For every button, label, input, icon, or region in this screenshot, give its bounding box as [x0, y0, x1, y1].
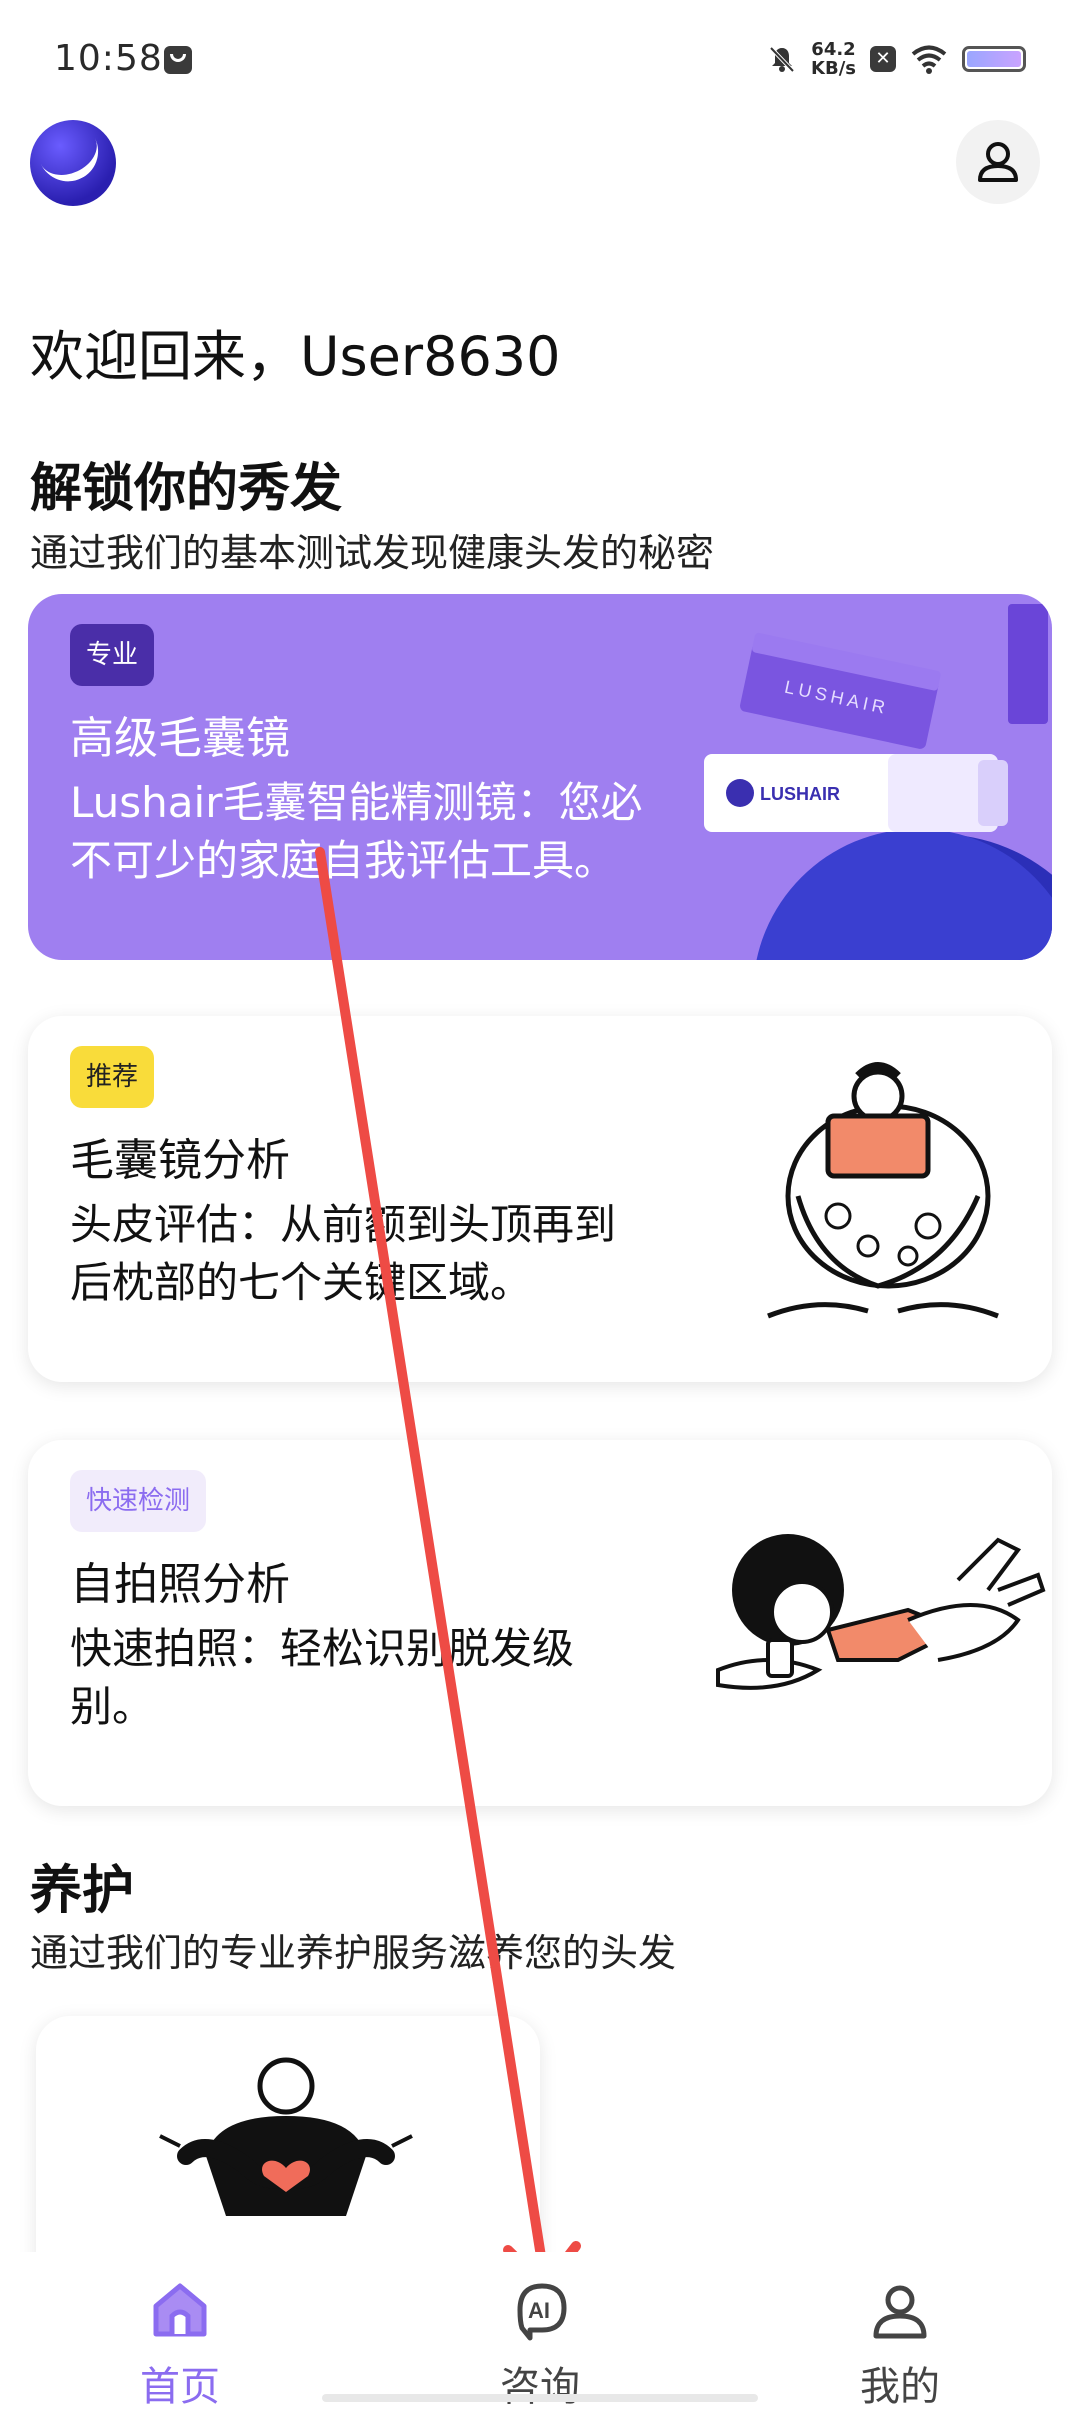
nav-item-consult[interactable]: AI 咨询	[440, 2278, 640, 2412]
badge-recommended: 推荐	[70, 1046, 155, 1108]
card-desc-line: Lushair毛囊智能精测镜：您必	[70, 778, 643, 827]
card-desc-line: 后枕部的七个关键区域。	[70, 1258, 533, 1307]
card-desc-line: 头皮评估：从前额到头顶再到	[70, 1200, 617, 1249]
product-illustration: LUSHAIR LUSHAIR	[704, 604, 1052, 960]
nav-label-mine: 我的	[860, 2364, 940, 2410]
welcome-text: 欢迎回来，User8630	[30, 325, 561, 388]
speed-value: 64.2	[811, 39, 856, 60]
card-desc-line: 快速拍照：轻松识别脱发级	[70, 1624, 575, 1673]
card-dermatoscope-analysis[interactable]: 推荐 毛囊镜分析 头皮评估：从前额到头顶再到 后枕部的七个关键区域。	[28, 1016, 1052, 1382]
card-description: Lushair毛囊智能精测镜：您必 不可少的家庭自我评估工具。	[70, 774, 642, 890]
card-description: 快速拍照：轻松识别脱发级 别。	[70, 1620, 574, 1736]
home-indicator[interactable]	[322, 2394, 758, 2402]
card-advanced-dermatoscope[interactable]: LUSHAIR LUSHAIR 专业 高级毛囊镜 Lushair毛囊智能精测镜：…	[28, 594, 1052, 960]
nav-label-home: 首页	[140, 2364, 220, 2410]
lying-person-illustration	[716, 1534, 1046, 1690]
status-bar: 10:58 64.2 KB/s ✕	[0, 0, 1080, 120]
ai-icon-text: AI	[528, 2298, 550, 2323]
product-tube-text: LUSHAIR	[760, 784, 840, 804]
ai-chat-icon: AI	[517, 2283, 567, 2341]
profile-button[interactable]	[956, 120, 1040, 204]
app-logo	[30, 120, 116, 206]
nav-item-mine[interactable]: 我的	[800, 2278, 1000, 2412]
user-icon	[873, 2285, 927, 2339]
network-speed: 64.2 KB/s	[811, 40, 856, 78]
card-title: 自拍照分析	[70, 1559, 290, 1610]
wifi-icon	[911, 45, 947, 74]
battery-icon	[962, 46, 1026, 72]
care-section-title: 养护	[30, 1861, 135, 1921]
status-icons: 64.2 KB/s ✕	[767, 40, 1026, 78]
nav-item-home[interactable]: 首页	[80, 2278, 280, 2412]
unlock-section-title: 解锁你的秀发	[30, 459, 343, 519]
user-icon	[978, 142, 1018, 182]
bottom-nav: 首页 AI 咨询 我的	[0, 2252, 1080, 2410]
badge-pro: 专业	[70, 624, 155, 686]
notification-icon	[164, 46, 192, 74]
unlock-section-subtitle: 通过我们的基本测试发现健康头发的秘密	[30, 531, 715, 575]
x-badge-icon: ✕	[870, 46, 896, 72]
card-description: 头皮评估：从前额到头顶再到 后枕部的七个关键区域。	[70, 1196, 616, 1312]
card-title: 高级毛囊镜	[70, 713, 290, 764]
card-desc-line: 不可少的家庭自我评估工具。	[70, 836, 617, 885]
home-icon	[153, 2283, 207, 2337]
speed-unit: KB/s	[811, 58, 856, 79]
status-time: 10:58	[54, 38, 163, 79]
card-title: 毛囊镜分析	[70, 1135, 290, 1186]
care-section-subtitle: 通过我们的专业养护服务滋养您的头发	[30, 1931, 677, 1975]
card-selfie-analysis[interactable]: 快速检测 自拍照分析 快速拍照：轻松识别脱发级 别。	[28, 1440, 1052, 1806]
mute-bell-icon	[769, 46, 795, 73]
nav-label-consult: 咨询	[500, 2364, 580, 2410]
heart-hug-illustration	[159, 2057, 413, 2216]
badge-quick-check: 快速检测	[70, 1470, 207, 1532]
card-desc-line: 别。	[70, 1682, 155, 1731]
reading-person-illustration	[767, 1062, 999, 1319]
